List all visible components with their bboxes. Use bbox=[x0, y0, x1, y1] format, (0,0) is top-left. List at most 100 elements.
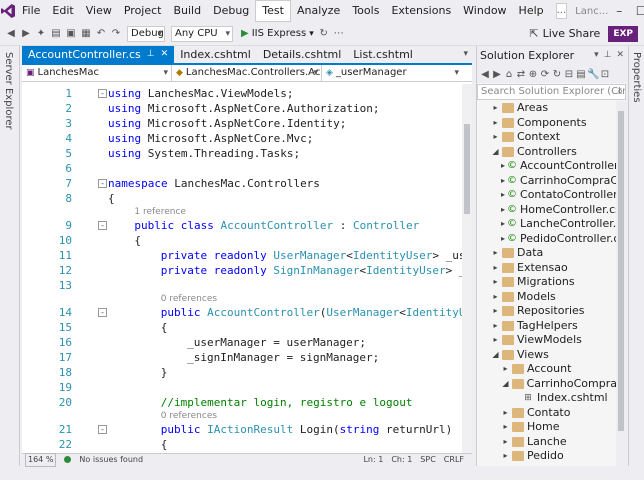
undo-icon[interactable]: ↶ bbox=[94, 26, 108, 42]
code-line[interactable]: 2 using Microsoft.AspNetCore.Authorizatio… bbox=[22, 101, 462, 116]
more-icon[interactable]: ⋯ bbox=[332, 26, 346, 42]
platform-dropdown[interactable]: Any CPU bbox=[171, 25, 233, 42]
back-icon[interactable]: ◀ bbox=[479, 69, 491, 80]
code-line[interactable]: 19 bbox=[22, 380, 462, 395]
collapse-toggle-icon[interactable]: - bbox=[98, 308, 107, 317]
line-ending[interactable]: CRLF bbox=[444, 454, 464, 466]
type-dropdown[interactable]: ◆ LanchesMac.Controllers.Acco bbox=[172, 65, 322, 81]
pin-icon[interactable]: ⊥ bbox=[604, 46, 612, 65]
code-area[interactable]: 1- using LanchesMac.ViewModels; 2 using Mic… bbox=[22, 84, 462, 454]
collapsed-arrow-icon[interactable]: ▸ bbox=[491, 261, 500, 276]
close-tab-icon[interactable]: ✕ bbox=[161, 46, 169, 63]
tree-item-models[interactable]: ▸ Models bbox=[477, 290, 617, 305]
home-icon[interactable]: ⌂ bbox=[503, 69, 515, 80]
code-line[interactable]: 21 - public IActionResult Login(string ret… bbox=[22, 422, 462, 437]
code-line[interactable]: 7 - namespace LanchesMac.Controllers bbox=[22, 176, 462, 191]
maximize-icon[interactable]: ☐ bbox=[630, 4, 644, 18]
run-button[interactable]: ▶ IIS Express ▾ bbox=[238, 25, 317, 43]
tree-item-areas[interactable]: ▸ Areas bbox=[477, 101, 617, 116]
collapsed-arrow-icon[interactable]: ▸ bbox=[501, 435, 510, 450]
code-line[interactable]: 3 using Microsoft.AspNetCore.Identity; bbox=[22, 116, 462, 131]
collapsed-arrow-icon[interactable]: ▸ bbox=[491, 319, 500, 334]
code-line[interactable]: 16 _userManager = userManager; bbox=[22, 335, 462, 350]
expanded-arrow-icon[interactable]: ◢ bbox=[501, 377, 510, 392]
tree-item-repositories[interactable]: ▸ Repositories bbox=[477, 304, 617, 319]
code-line[interactable]: 5 using System.Threading.Tasks; bbox=[22, 146, 462, 161]
pin-tab-icon[interactable]: ⊥ bbox=[147, 46, 155, 63]
back-icon[interactable]: ◀ bbox=[4, 26, 18, 42]
collapse-toggle-icon[interactable]: - bbox=[98, 425, 107, 434]
tree-item-carrinhocompra[interactable]: ◢ CarrinhoCompra bbox=[477, 377, 617, 392]
codelens-references[interactable]: 0 references bbox=[161, 293, 217, 305]
forward-icon[interactable]: ▶ bbox=[491, 69, 503, 80]
tree-item-contato[interactable]: ▸ Contato bbox=[477, 406, 617, 421]
tree-item-viewmodels[interactable]: ▸ ViewModels bbox=[477, 333, 617, 348]
tab-details-cshtml[interactable]: Details.cshtml bbox=[257, 46, 347, 63]
menu-extensions[interactable]: Extensions bbox=[385, 0, 457, 22]
code-line[interactable]: 11 private readonly UserManager<IdentityU… bbox=[22, 248, 462, 263]
menu-debug[interactable]: Debug bbox=[207, 0, 255, 22]
tree-item-components[interactable]: ▸ Components bbox=[477, 116, 617, 131]
collapsed-arrow-icon[interactable]: ▸ bbox=[501, 159, 505, 174]
tree-item-carrinhocompracor[interactable]: ▸©CarrinhoCompraCor bbox=[477, 174, 617, 189]
menu-analyze[interactable]: Analyze bbox=[291, 0, 346, 22]
code-line[interactable]: 17 _signInManager = signManager; bbox=[22, 350, 462, 365]
code-line[interactable]: 4 using Microsoft.AspNetCore.Mvc; bbox=[22, 131, 462, 146]
code-line[interactable]: 8{ bbox=[22, 191, 462, 206]
code-line[interactable]: 14 - public AccountController(UserManager<… bbox=[22, 305, 462, 320]
chevron-down-icon[interactable]: ▾ bbox=[309, 29, 314, 39]
collapse-all-icon[interactable]: ⊟ bbox=[563, 69, 575, 80]
tree-item-homecontroller-cs[interactable]: ▸ © HomeController.cs bbox=[477, 203, 617, 218]
menu-window[interactable]: Window bbox=[457, 0, 512, 22]
menu-project[interactable]: Project bbox=[118, 0, 168, 22]
collapsed-arrow-icon[interactable]: ▸ bbox=[491, 333, 500, 348]
tree-item-views[interactable]: ◢ Views bbox=[477, 348, 617, 363]
switch-views-icon[interactable]: ⇄ bbox=[515, 69, 527, 80]
menu-test[interactable]: Test bbox=[255, 0, 291, 22]
menu-help[interactable]: Help bbox=[513, 0, 550, 22]
tree-item-migrations[interactable]: ▸ Migrations bbox=[477, 275, 617, 290]
solution-explorer-search[interactable]: Search Solution Explorer (Ctrl+;) bbox=[477, 84, 626, 100]
collapsed-arrow-icon[interactable]: ▸ bbox=[501, 362, 510, 377]
tab-accountcontroller-cs[interactable]: AccountController.cs ⊥ ✕ bbox=[22, 46, 175, 63]
menu-build[interactable]: Build bbox=[167, 0, 207, 22]
code-line[interactable]: 1 - using LanchesMac.ViewModels; bbox=[22, 86, 462, 101]
open-icon[interactable]: ▤ bbox=[49, 26, 63, 42]
menu-tools[interactable]: Tools bbox=[346, 0, 385, 22]
server-explorer-rail[interactable]: Server Explorer bbox=[0, 46, 20, 466]
collapsed-arrow-icon[interactable]: ▸ bbox=[491, 275, 500, 290]
collapsed-arrow-icon[interactable]: ▸ bbox=[491, 130, 500, 145]
dropdown-icon[interactable]: ▾ bbox=[594, 46, 599, 65]
save-all-icon[interactable]: ▦ bbox=[79, 26, 93, 42]
solution-scroll-thumb[interactable] bbox=[618, 111, 624, 431]
code-line[interactable]: 6 bbox=[22, 161, 462, 176]
forward-icon[interactable]: ▶ bbox=[19, 26, 33, 42]
save-icon[interactable]: ▣ bbox=[64, 26, 78, 42]
collapse-toggle-icon[interactable]: - bbox=[98, 89, 107, 98]
refresh-icon[interactable]: ↻ bbox=[317, 26, 331, 42]
tree-item-context[interactable]: ▸ Context bbox=[477, 130, 617, 145]
collapsed-arrow-icon[interactable]: ▸ bbox=[501, 217, 505, 232]
live-share-button[interactable]: ⇱ Live Share bbox=[529, 27, 600, 40]
tab-index-cshtml[interactable]: Index.cshtml bbox=[174, 46, 257, 63]
code-line[interactable]: 10 { bbox=[22, 233, 462, 248]
code-line[interactable]: 20 //implementar login, registro e logout bbox=[22, 395, 462, 410]
expanded-arrow-icon[interactable]: ◢ bbox=[491, 348, 500, 363]
pending-changes-icon[interactable]: ⊕ bbox=[527, 69, 539, 80]
issues-indicator[interactable]: No issues found bbox=[64, 454, 151, 466]
close-panel-icon[interactable]: ✕ bbox=[616, 46, 624, 65]
collapsed-arrow-icon[interactable]: ▸ bbox=[491, 101, 500, 116]
properties-icon[interactable]: 🔧 bbox=[587, 69, 599, 80]
tree-item-pedido[interactable]: ▸ Pedido bbox=[477, 449, 617, 464]
redo-icon[interactable]: ↷ bbox=[109, 26, 123, 42]
config-dropdown[interactable]: Debug bbox=[127, 25, 165, 42]
collapsed-arrow-icon[interactable]: ▸ bbox=[491, 304, 500, 319]
tree-item-pedidocontroller-cs[interactable]: ▸ © PedidoController.cs bbox=[477, 232, 617, 247]
preview-icon[interactable]: ⊡ bbox=[599, 69, 611, 80]
search-box[interactable]: ... bbox=[555, 3, 568, 19]
collapsed-arrow-icon[interactable]: ▸ bbox=[501, 232, 505, 247]
editor-scrollbar[interactable] bbox=[462, 84, 472, 454]
tree-item-data[interactable]: ▸ Data bbox=[477, 246, 617, 261]
tree-item-home[interactable]: ▸ Home bbox=[477, 420, 617, 435]
zoom-level[interactable]: 164 % bbox=[25, 453, 57, 467]
